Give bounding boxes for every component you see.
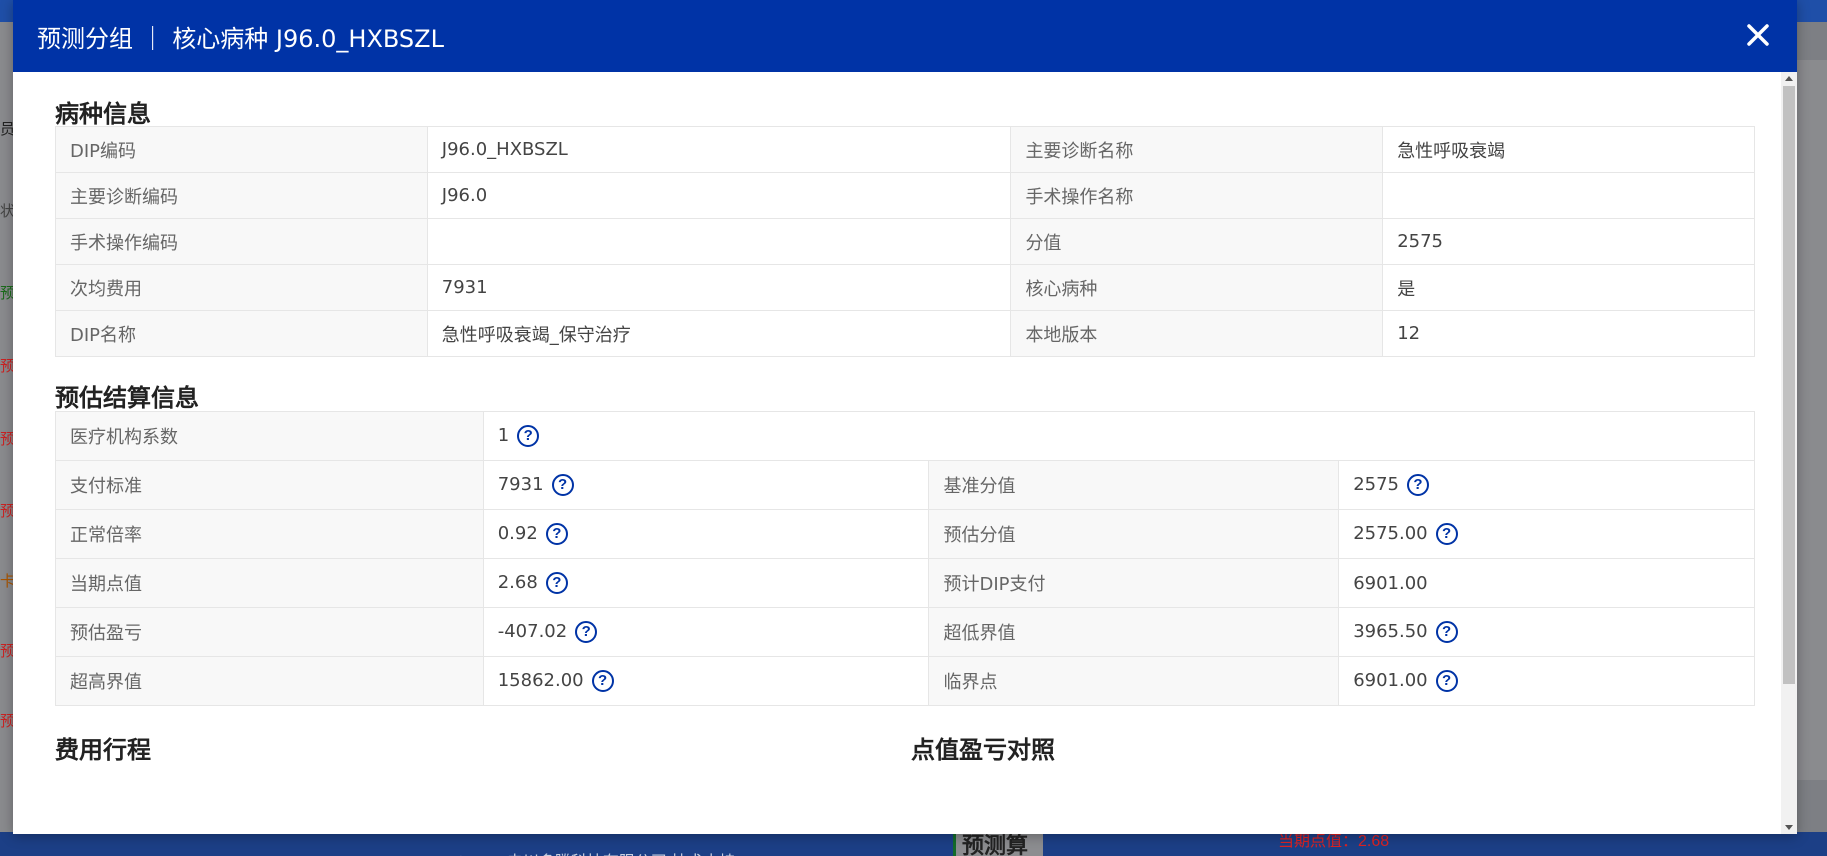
scroll-up-arrow-icon[interactable] — [1785, 76, 1793, 81]
cell-value-text: 7931 — [497, 474, 544, 495]
cell-value-text: 2575 — [1353, 474, 1400, 495]
modal-body: 病种信息 DIP编码 J96.0_HXBSZL 主要诊断名称 急性呼吸衰竭 主要诊断编码… — [13, 72, 1797, 834]
section-title-settlement-info: 预估结算信息 — [55, 384, 199, 412]
table-row: 医疗机构系数 1? — [55, 411, 1756, 461]
help-icon[interactable]: ? — [591, 670, 614, 692]
cell-label: 手术操作名称 — [1010, 172, 1384, 219]
cell-label: 基准分值 — [928, 460, 1340, 510]
help-icon[interactable]: ? — [517, 425, 540, 447]
cell-value — [426, 218, 1012, 265]
vertical-scrollbar[interactable] — [1781, 72, 1797, 834]
cell-label: 超高界值 — [55, 656, 484, 706]
cell-value-text: -407.02 — [497, 621, 568, 642]
cell-value-text: 6901.00 — [1353, 670, 1428, 691]
predict-group-modal: 预测分组 ｜ 核心病种 J96.0_HXBSZL 病种信息 DIP编码 J96.0… — [13, 0, 1797, 834]
cell-value: 急性呼吸衰竭_保守治疗 — [426, 310, 1012, 357]
scroll-down-arrow-icon[interactable] — [1785, 825, 1793, 830]
cell-value — [1382, 172, 1755, 219]
background-right-panel — [1796, 60, 1827, 780]
background-left-panel: 员状预预预预卡预预 — [0, 22, 15, 832]
cell-value: 7931 — [426, 264, 1012, 311]
cell-value: 6901.00? — [1338, 656, 1755, 706]
cell-label: 主要诊断名称 — [1010, 126, 1384, 173]
cell-value: 2575 — [1382, 218, 1755, 265]
section-title-disease-info: 病种信息 — [55, 100, 151, 128]
modal-title: 预测分组 ｜ 核心病种 J96.0_HXBSZL — [37, 24, 444, 53]
cell-value-text: 6901.00 — [1353, 572, 1428, 594]
cell-value-text: 15862.00 — [497, 670, 584, 691]
cell-value-text: 2575.00 — [1353, 523, 1428, 544]
cell-value: J96.0 — [426, 172, 1012, 219]
cell-value: -407.02? — [482, 607, 930, 657]
cell-label: 超低界值 — [928, 607, 1340, 657]
table-row: 超高界值 15862.00? 临界点 6901.00? — [55, 656, 1755, 706]
cell-label: 手术操作编码 — [55, 218, 428, 265]
cell-label: 核心病种 — [1010, 264, 1384, 311]
help-icon[interactable]: ? — [1435, 523, 1458, 545]
cell-value: 12 — [1382, 310, 1755, 357]
institution-coefficient-value: 1 — [497, 425, 510, 446]
modal-header: 预测分组 ｜ 核心病种 J96.0_HXBSZL — [13, 0, 1797, 72]
disease-info-table: DIP编码 J96.0_HXBSZL 主要诊断名称 急性呼吸衰竭 主要诊断编码 J96.0… — [55, 126, 1755, 357]
cell-value: 7931? — [482, 460, 930, 510]
cell-value-text: 0.92 — [497, 523, 538, 544]
cell-value: 3965.50? — [1338, 607, 1755, 657]
cell-label: 当期点值 — [55, 558, 484, 608]
table-row: DIP名称 急性呼吸衰竭_保守治疗 本地版本 12 — [55, 310, 1755, 357]
help-icon[interactable]: ? — [545, 572, 568, 594]
cell-value: 2.68? — [482, 558, 930, 608]
section-title-point-compare: 点值盈亏对照 — [911, 736, 1055, 764]
help-icon[interactable]: ? — [1435, 621, 1458, 643]
cell-label: 分值 — [1010, 218, 1384, 265]
cell-label: 临界点 — [928, 656, 1340, 706]
cell-label: DIP编码 — [55, 126, 428, 173]
cell-label: 正常倍率 — [55, 509, 484, 559]
cell-value: 6901.00 — [1338, 558, 1755, 608]
value-institution-coefficient: 1? — [482, 411, 1756, 461]
settlement-info-table: 医疗机构系数 1? 支付标准 7931? 基准分值 2575? 正常倍率 0.92? 预估分… — [55, 411, 1756, 706]
label-institution-coefficient: 医疗机构系数 — [55, 411, 484, 461]
background-footer-text: ©2024 电川多腾科技有限公司 技术支持：13085632745 A — [455, 848, 864, 856]
cell-value: J96.0_HXBSZL — [426, 126, 1012, 173]
cell-label: 本地版本 — [1010, 310, 1384, 357]
cell-label: 预计DIP支付 — [928, 558, 1340, 608]
help-icon[interactable]: ? — [1435, 670, 1458, 692]
table-row: 当期点值 2.68? 预计DIP支付 6901.00 — [55, 558, 1755, 608]
close-icon — [1747, 24, 1769, 46]
cell-label: 支付标准 — [55, 460, 484, 510]
cell-value: 0.92? — [482, 509, 930, 559]
cell-label: DIP名称 — [55, 310, 428, 357]
table-row: 正常倍率 0.92? 预估分值 2575.00? — [55, 509, 1755, 559]
table-row: 支付标准 7931? 基准分值 2575? — [55, 460, 1755, 510]
cell-label: 预估分值 — [928, 509, 1340, 559]
help-icon[interactable]: ? — [575, 621, 598, 643]
cell-value-text: 3965.50 — [1353, 621, 1428, 642]
cell-value: 2575.00? — [1338, 509, 1755, 559]
cell-label: 次均费用 — [55, 264, 428, 311]
cell-label: 主要诊断编码 — [55, 172, 428, 219]
background-footer — [0, 832, 1827, 856]
help-icon[interactable]: ? — [1407, 474, 1430, 496]
cell-value: 15862.00? — [482, 656, 930, 706]
table-row: 次均费用 7931 核心病种是 — [55, 264, 1755, 311]
cell-value: 急性呼吸衰竭 — [1382, 126, 1755, 173]
help-icon[interactable]: ? — [551, 474, 574, 496]
section-title-cost-trend: 费用行程 — [55, 736, 151, 764]
cell-value: 是 — [1382, 264, 1755, 311]
table-row: 主要诊断编码 J96.0 手术操作名称 — [55, 172, 1755, 219]
table-row: 手术操作编码 分值 2575 — [55, 218, 1755, 265]
close-button[interactable] — [1741, 18, 1775, 52]
cell-label: 预估盈亏 — [55, 607, 484, 657]
cell-value-text: 2.68 — [497, 572, 538, 593]
scrollbar-thumb[interactable] — [1783, 86, 1795, 684]
help-icon[interactable]: ? — [545, 523, 568, 545]
table-row: DIP编码 J96.0_HXBSZL 主要诊断名称 急性呼吸衰竭 — [55, 126, 1755, 173]
table-row: 预估盈亏 -407.02? 超低界值 3965.50? — [55, 607, 1755, 657]
cell-value: 2575? — [1338, 460, 1755, 510]
